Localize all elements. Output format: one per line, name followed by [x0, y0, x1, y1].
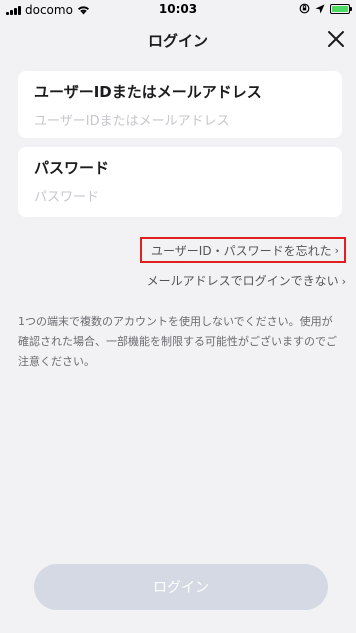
orientation-lock-icon	[299, 3, 310, 14]
chevron-right-icon: ›	[334, 243, 339, 257]
status-bar: docomo 10:03	[0, 0, 356, 20]
forgot-credentials-label: ユーザーID・パスワードを忘れた	[151, 243, 332, 258]
password-card: パスワード	[18, 147, 342, 217]
close-icon[interactable]	[324, 27, 348, 51]
nav-bar: ログイン	[0, 20, 356, 60]
cannot-login-label: メールアドレスでログインできない	[146, 274, 339, 288]
login-button[interactable]: ログイン	[34, 564, 328, 610]
cannot-login-link[interactable]: メールアドレスでログインできない ›	[147, 272, 346, 289]
user-id-input[interactable]	[34, 111, 330, 131]
multi-account-notice: 1つの端末で複数のアカウントを使用しないでください。使用が確認された場合、一部機…	[18, 315, 337, 368]
status-right	[299, 3, 352, 14]
user-id-card: ユーザーIDまたはメールアドレス	[18, 71, 342, 138]
password-label: パスワード	[34, 159, 110, 177]
page-title: ログイン	[147, 32, 208, 50]
forgot-credentials-link[interactable]: ユーザーID・パスワードを忘れた ›	[140, 237, 346, 263]
chevron-right-icon: ›	[341, 275, 346, 288]
location-icon	[315, 4, 325, 13]
battery-charging-icon	[330, 3, 352, 14]
user-id-label: ユーザーIDまたはメールアドレス	[34, 83, 262, 101]
password-input[interactable]	[34, 187, 330, 207]
